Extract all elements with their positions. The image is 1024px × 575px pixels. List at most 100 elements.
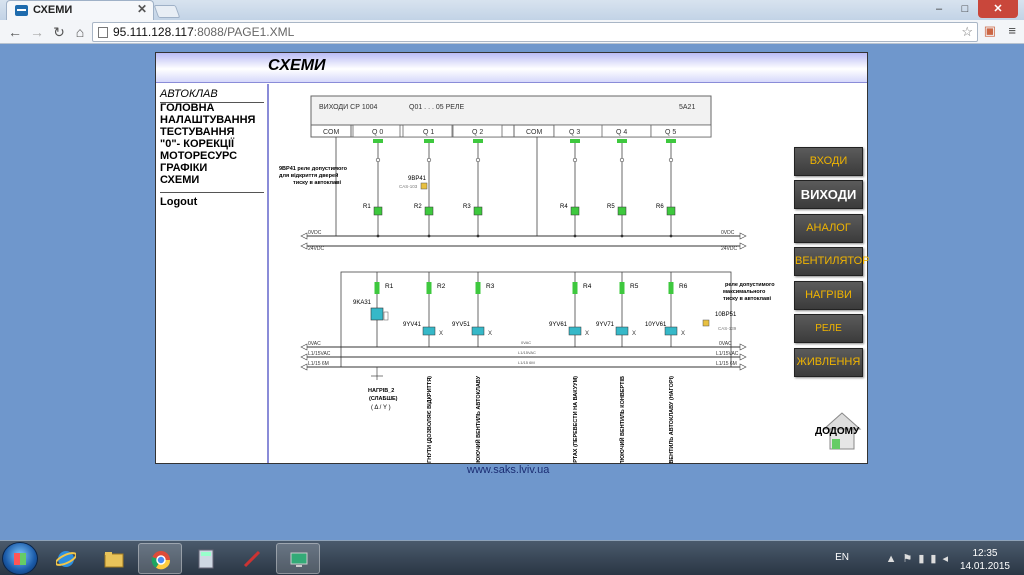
bp51-code: CAS-139 <box>718 326 737 331</box>
close-window-button[interactable]: ✕ <box>978 0 1018 18</box>
module-range: Q01 . . . 05 РЕЛЕ <box>409 104 465 111</box>
valve-description: ГОЛОВНИЙ СТРАВЛЮЮЧИЙ ВЕНТИЛЬ АВТОКЛАВУ (… <box>667 376 675 463</box>
solenoid-valve <box>422 326 436 336</box>
taskbar-app[interactable] <box>230 543 274 574</box>
taskbar-remote[interactable] <box>276 543 320 574</box>
browser-tab[interactable]: СХЕМИ ✕ <box>6 0 154 20</box>
browser-titlebar: СХЕМИ ✕ – □ ✕ <box>0 0 1024 20</box>
q-terminal-label: Q 1 <box>423 129 434 136</box>
sidebar-item-testing[interactable]: ТЕСТУВАННЯ <box>160 126 255 138</box>
home-label[interactable]: ДОДОМУ <box>815 426 859 437</box>
relay-contact <box>668 282 674 294</box>
taskbar-explorer[interactable] <box>92 543 136 574</box>
rail-label: 24VDC <box>721 246 738 252</box>
logout-link[interactable]: Logout <box>160 196 197 208</box>
clock[interactable]: 12:35 14.01.2015 <box>960 547 1010 573</box>
rail-label: L1/15VAC <box>716 351 739 357</box>
maximize-button[interactable]: □ <box>952 0 978 18</box>
bp51-desc-line: тиску в автоклаві <box>723 296 771 302</box>
sidebar-item-motor-resource[interactable]: МОТОРЕСУРС <box>160 150 255 162</box>
divider <box>160 192 264 193</box>
sidebar-item-charts[interactable]: ГРАФІКИ <box>160 162 255 174</box>
clock-time: 12:35 <box>972 548 998 559</box>
sidebar-item-current[interactable]: АВТОКЛАВ <box>160 88 255 100</box>
start-button[interactable] <box>2 542 38 575</box>
com-label: COM <box>323 129 340 136</box>
remote-desktop-icon <box>290 552 308 567</box>
rail-mid-label: L1/15VAC <box>518 350 536 355</box>
solenoid-valve <box>568 326 582 336</box>
pressure-switch-bp41 <box>420 182 428 190</box>
outputs-button[interactable]: ВИХОДИ <box>794 180 863 209</box>
solenoid-valve <box>471 326 485 336</box>
back-arrow-icon[interactable]: ← <box>6 23 24 41</box>
relay-label: R3 <box>463 204 471 210</box>
sidebar-item-zero-correction[interactable]: "0"- КОРЕКЦІЇ <box>160 138 255 150</box>
bp41-desc-line: тиску в автоклаві <box>293 180 341 186</box>
solenoid-valve <box>664 326 678 336</box>
tab-close-icon[interactable]: ✕ <box>137 2 147 16</box>
chrome-icon <box>151 551 171 570</box>
power-button[interactable]: ЖИВЛЕННЯ <box>794 348 863 377</box>
minimize-button[interactable]: – <box>926 0 952 18</box>
contactor-ka31 <box>370 307 384 321</box>
output-led <box>424 139 434 143</box>
relay-contact <box>572 282 578 294</box>
menu-icon[interactable]: ≡ <box>1008 23 1016 38</box>
page-icon <box>98 27 108 38</box>
sidebar-item-settings[interactable]: НАЛАШТУВАННЯ <box>160 114 255 126</box>
valve-label: 9YV41 <box>403 322 422 328</box>
relay-contact <box>426 282 432 294</box>
relay-coil <box>473 206 483 216</box>
rail-mid-label: L1/15 6M <box>518 360 535 365</box>
vertical-labels: ЗАПОВІЖНИЙ ЦИЛІНДР ДВЕРЕЙ ВТЯГНУТИ (ДОЗВ… <box>425 375 675 463</box>
address-bar[interactable]: 95.111.128.117:8088/PAGE1.XML ☆ <box>92 22 978 42</box>
relay-label: R1 <box>363 204 371 210</box>
footer-url[interactable]: www.saks.lviv.ua <box>467 464 549 476</box>
fan-button[interactable]: ВЕНТИЛЯТОР <box>794 247 870 276</box>
heaters-button[interactable]: НАГРІВИ <box>794 281 863 310</box>
taskbar-ie[interactable] <box>44 543 88 574</box>
calculator-icon <box>198 549 214 569</box>
relay-label: R2 <box>414 204 422 210</box>
svg-text:X: X <box>439 331 443 337</box>
sidebar-item-home[interactable]: ГОЛОВНА <box>160 102 255 114</box>
relay-coil <box>570 206 580 216</box>
tray-icons[interactable]: ▲⚑▮▮◂ <box>886 552 954 565</box>
svg-text:X: X <box>632 331 636 337</box>
home-icon[interactable]: ⌂ <box>71 23 89 41</box>
reload-icon[interactable]: ↻ <box>50 23 68 41</box>
relay-contact <box>475 282 481 294</box>
new-tab-button[interactable] <box>153 5 181 18</box>
taskbar-calculator[interactable] <box>184 543 228 574</box>
valve-label: 9YV51 <box>452 322 471 328</box>
valve-description: ЗАПОВІЖНИЙ ЦИЛІНДР ДВЕРЕЙ ВТЯГНУТИ (ДОЗВ… <box>425 376 433 463</box>
q-terminal-label: Q 5 <box>665 129 676 136</box>
bookmark-star-icon[interactable]: ☆ <box>961 24 973 40</box>
pencil-icon <box>243 550 261 568</box>
output-led <box>373 139 383 143</box>
language-indicator[interactable]: EN <box>835 552 849 563</box>
svg-text:X: X <box>681 331 685 337</box>
relay-label: R5 <box>607 204 615 210</box>
bp51-label: 10BP51 <box>715 312 737 318</box>
relay-coil <box>666 206 676 216</box>
protection-relay-button[interactable]: РЕЛЕ ЗАХИСТУ <box>794 314 863 361</box>
lower-wires: R1 R2 X 9YV41 R3 X 9YV51 R4 X 9YV61 R5 X 9YV71 R6 X 10Y… <box>374 272 688 347</box>
lower-relay-label: R3 <box>486 283 495 290</box>
solenoid-valve <box>615 326 629 336</box>
lower-relay-label: R6 <box>679 283 688 290</box>
taskbar-chrome[interactable] <box>138 543 182 574</box>
bp41-label: 9BP41 <box>408 176 427 182</box>
forward-arrow-icon[interactable]: → <box>28 23 46 41</box>
sidebar-item-schemes[interactable]: СХЕМИ <box>160 174 255 186</box>
inputs-button[interactable]: ВХОДИ <box>794 147 863 176</box>
extension-icon[interactable]: ▣ <box>984 23 996 39</box>
lower-relay-label: R5 <box>630 283 639 290</box>
analog-button[interactable]: АНАЛОГ <box>794 214 863 243</box>
bp41-desc-line: для відкриття дверей <box>279 172 338 179</box>
ka31-label: 9KA31 <box>353 300 372 306</box>
q-terminal-label: Q 0 <box>372 129 383 136</box>
sidebar: АВТОКЛАВ ГОЛОВНА НАЛАШТУВАННЯ ТЕСТУВАННЯ… <box>156 84 269 463</box>
valve-description: ГОЛОВНИЙ ЗАПОВНЮЮЧИЙ ВЕНТИЛЬ АВТОКЛАВУ <box>474 375 482 463</box>
